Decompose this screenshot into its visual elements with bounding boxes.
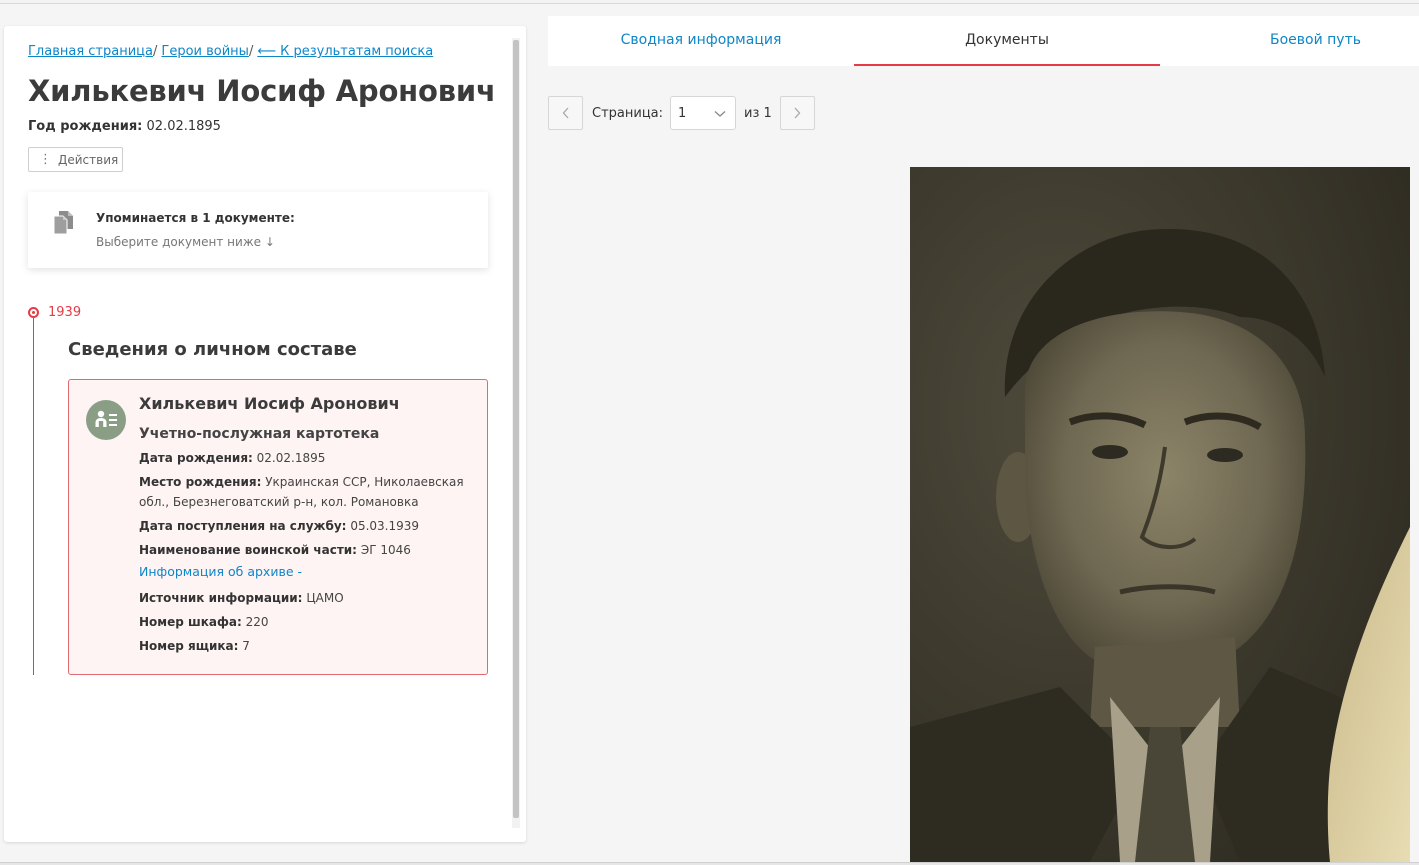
record-field-box: Номер ящика: 7 bbox=[139, 636, 479, 656]
field-label: Номер ящика: bbox=[139, 639, 239, 653]
page-select[interactable]: 1 bbox=[670, 96, 737, 130]
record-card[interactable]: Хилькевич Иосиф Аронович Учетно-послужна… bbox=[68, 379, 488, 675]
chevron-down-icon bbox=[714, 111, 726, 117]
field-value: 05.03.1939 bbox=[350, 519, 420, 533]
mention-card: Упоминается в 1 документе: Выберите доку… bbox=[28, 192, 488, 268]
record-type: Учетно-послужная картотека bbox=[139, 426, 380, 442]
field-value: 220 bbox=[245, 615, 269, 629]
chevron-left-icon bbox=[562, 107, 568, 119]
record-field-source: Источник информации: ЦАМО bbox=[139, 588, 479, 608]
timeline-dot bbox=[28, 307, 39, 318]
next-page-button[interactable] bbox=[779, 96, 815, 130]
record-field-service-date: Дата поступления на службу: 05.03.1939 bbox=[139, 516, 479, 536]
record-field-military-unit: Наименование воинской части: ЭГ 1046 bbox=[139, 540, 479, 560]
breadcrumb-heroes-link[interactable]: Герои войны bbox=[161, 44, 249, 59]
actions-button[interactable]: ⋮ Действия bbox=[28, 147, 123, 172]
page-count: из 1 bbox=[744, 105, 772, 121]
page-select-value: 1 bbox=[678, 105, 687, 121]
tab-documents[interactable]: Документы bbox=[854, 16, 1160, 66]
tab-summary[interactable]: Сводная информация bbox=[548, 16, 854, 66]
actions-label: Действия bbox=[58, 152, 119, 167]
top-border bbox=[0, 0, 1419, 4]
field-label: Номер шкафа: bbox=[139, 615, 242, 629]
document-photo[interactable] bbox=[910, 167, 1410, 862]
mention-subtitle: Выберите документ ниже ↓ bbox=[96, 235, 275, 249]
person-panel: Главная страница/Герои войны/⟵ К результ… bbox=[4, 26, 526, 842]
birth-label: Год рождения: bbox=[28, 119, 143, 134]
field-value: ЭГ 1046 bbox=[360, 543, 411, 557]
page-label: Страница: bbox=[592, 105, 664, 121]
record-name: Хилькевич Иосиф Аронович bbox=[139, 394, 400, 413]
record-field-birth-place: Место рождения: Украинская ССР, Николаев… bbox=[139, 472, 479, 512]
field-value: 02.02.1895 bbox=[256, 451, 326, 465]
field-label: Дата поступления на службу: bbox=[139, 519, 347, 533]
personnel-card-icon bbox=[86, 400, 126, 440]
timeline-year: 1939 bbox=[48, 305, 82, 320]
chevron-right-icon bbox=[794, 107, 801, 119]
more-vertical-icon: ⋮ bbox=[39, 152, 52, 167]
tab-combat-path[interactable]: Боевой путь bbox=[1160, 16, 1419, 66]
tab-bar: Сводная информация Документы Боевой путь bbox=[548, 16, 1419, 66]
archive-info-link[interactable]: Информация об архиве - bbox=[139, 564, 302, 579]
breadcrumb-separator: / bbox=[248, 44, 254, 59]
field-value: ЦАМО bbox=[306, 591, 344, 605]
field-label: Дата рождения: bbox=[139, 451, 253, 465]
breadcrumb: Главная страница/Герои войны/⟵ К результ… bbox=[28, 44, 433, 59]
timeline-line bbox=[33, 318, 34, 675]
mention-title: Упоминается в 1 документе: bbox=[96, 211, 295, 225]
field-label: Место рождения: bbox=[139, 475, 262, 489]
breadcrumb-separator: / bbox=[153, 44, 158, 59]
page-title: Хилькевич Иосиф Аронович bbox=[28, 74, 496, 108]
birth-year: Год рождения: 02.02.1895 bbox=[28, 119, 221, 134]
birth-value: 02.02.1895 bbox=[146, 119, 221, 134]
breadcrumb-home-link[interactable]: Главная страница bbox=[28, 44, 153, 59]
field-label: Наименование воинской части: bbox=[139, 543, 357, 557]
record-field-birth-date: Дата рождения: 02.02.1895 bbox=[139, 448, 479, 468]
prev-page-button[interactable] bbox=[548, 96, 583, 130]
scrollbar-thumb[interactable] bbox=[513, 40, 519, 818]
pager: Страница: 1 из 1 bbox=[548, 96, 815, 130]
field-label: Источник информации: bbox=[139, 591, 303, 605]
documents-icon bbox=[53, 211, 73, 235]
field-value: 7 bbox=[242, 639, 250, 653]
record-field-cabinet: Номер шкафа: 220 bbox=[139, 612, 479, 632]
back-to-results-link[interactable]: ⟵ К результатам поиска bbox=[257, 44, 433, 59]
section-title: Сведения о личном составе bbox=[68, 339, 357, 360]
